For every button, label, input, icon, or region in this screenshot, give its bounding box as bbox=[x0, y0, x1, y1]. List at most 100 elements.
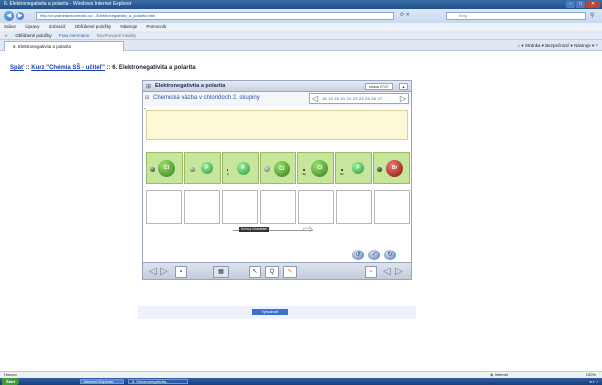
taskbar-item-active[interactable]: 6. Elektronegativita... bbox=[128, 379, 188, 384]
highlighter-tool-button[interactable]: ✎ bbox=[283, 266, 297, 278]
close-button[interactable]: ✕ bbox=[586, 1, 600, 8]
molecule-card[interactable]: Cl bbox=[259, 152, 297, 184]
forward-arrow-icon[interactable]: ▷ bbox=[395, 266, 403, 278]
axis-arrow-icon: ⇨ bbox=[303, 222, 314, 236]
reset-button[interactable]: ↺ bbox=[352, 250, 364, 260]
window-title-bar: 6. Elektronegativita a polarita - Window… bbox=[0, 0, 602, 9]
slide-subtitle: Chemická väzba v chloridoch 2. skupiny bbox=[153, 95, 260, 101]
lithium-label: Li bbox=[226, 172, 230, 176]
search-input[interactable]: Bing bbox=[446, 12, 586, 20]
drop-zone[interactable] bbox=[146, 190, 182, 224]
zoom-tool-button[interactable]: Q bbox=[265, 266, 279, 278]
slides-menu-button[interactable]: ▪ bbox=[175, 266, 187, 278]
molecule-card[interactable]: F bbox=[183, 152, 221, 184]
menu-help[interactable]: Pomocník bbox=[146, 24, 166, 29]
drop-zone[interactable] bbox=[184, 190, 220, 224]
drop-zone[interactable] bbox=[336, 190, 372, 224]
favorites-label[interactable]: Obľúbené položky bbox=[15, 33, 51, 38]
taskbar-item[interactable]: Internet Explorer bbox=[80, 379, 124, 384]
check-button[interactable]: ✓ bbox=[368, 250, 380, 260]
back-button[interactable]: ◀ bbox=[4, 11, 14, 21]
molecule-card[interactable]: Cl bbox=[146, 152, 183, 184]
star-icon: ★ bbox=[4, 33, 9, 38]
axis-label: iónový charakter bbox=[239, 227, 270, 232]
drop-zone-row bbox=[146, 190, 410, 224]
next-slide-icon[interactable]: ▷ bbox=[160, 266, 168, 278]
grid-icon: ⊞ bbox=[146, 84, 152, 90]
solution-button[interactable]: ↻ bbox=[384, 250, 396, 260]
home-icon[interactable]: ⌂ ▾ bbox=[517, 43, 524, 48]
collapse-button[interactable]: ▴ bbox=[399, 83, 408, 90]
molecule-card[interactable]: Br bbox=[373, 152, 411, 184]
bromine-atom: Br bbox=[386, 160, 404, 177]
panel-header: ⊞ Elektronegativita a polarita strana 27… bbox=[142, 80, 412, 92]
forward-button[interactable]: ▶ bbox=[16, 12, 24, 20]
command-bar: ⌂ ▾ Stránka ▾ Bezpečnosť ▾ Nástroje ▾ ? bbox=[517, 43, 598, 48]
tab-label: 6. Elektronegativita a polarita bbox=[13, 44, 72, 49]
molecule-row: Cl F Li F Cl Be Cl Be F Br bbox=[146, 152, 411, 184]
cmd-tools[interactable]: Nástroje bbox=[574, 43, 591, 48]
favorite-link-1[interactable]: Frau Herrmann bbox=[59, 33, 90, 38]
calculator-button[interactable]: ▦ bbox=[213, 266, 229, 278]
beryllium-atom bbox=[341, 169, 343, 171]
fluorine-atom: F bbox=[200, 162, 213, 174]
menu-tools[interactable]: Nástroje bbox=[120, 24, 137, 29]
lithium-atom bbox=[226, 169, 229, 171]
menu-edit[interactable]: Úpravy bbox=[25, 24, 39, 29]
start-button[interactable]: Štart bbox=[2, 378, 20, 385]
tray-icons: ◂ ◐ ♪ bbox=[589, 379, 598, 384]
browser-tab[interactable]: 6. Elektronegativita a polarita bbox=[4, 41, 124, 51]
menu-favorites[interactable]: Obľúbené položky bbox=[75, 24, 111, 29]
back-link[interactable]: Späť bbox=[10, 65, 24, 71]
metal-atom bbox=[263, 166, 270, 172]
refresh-icon[interactable]: ⟳ ✕ bbox=[400, 12, 410, 18]
maximize-button[interactable]: □ bbox=[576, 1, 585, 8]
taskbar: Štart Internet Explorer 6. Elektronegati… bbox=[0, 378, 602, 385]
pager-next-icon[interactable]: ▷ bbox=[400, 94, 406, 103]
action-strip: Vyhodnotiť bbox=[138, 306, 416, 319]
molecule-card[interactable]: Be F bbox=[335, 152, 373, 184]
minimize-button[interactable]: – bbox=[566, 1, 575, 8]
back-arrow-icon[interactable]: ◁ bbox=[383, 266, 391, 278]
tab-row: 6. Elektronegativita a polarita ⌂ ▾ Strá… bbox=[0, 40, 602, 51]
cmd-page[interactable]: Stránka bbox=[525, 43, 541, 48]
panel-subheader: ⊟ Chemická väzba v chloridoch 2. skupiny… bbox=[142, 92, 412, 106]
current-page-title: 6. Elektronegativita a polarita bbox=[112, 65, 196, 71]
address-bar: ◀ ▶ http://ov.planetavedomosti.cz/.../El… bbox=[0, 9, 602, 23]
evaluate-button[interactable]: Vyhodnotiť bbox=[252, 309, 288, 315]
favorite-link-2[interactable]: Navrhované lokality bbox=[97, 33, 136, 38]
favorites-bar: ★ Obľúbené položky Frau Herrmann Navrhov… bbox=[0, 31, 602, 40]
metal-atom bbox=[189, 167, 195, 172]
drop-zone[interactable] bbox=[222, 190, 258, 224]
panel-title: Elektronegativita a polarita bbox=[155, 83, 226, 89]
beryllium-label: Be bbox=[340, 172, 344, 176]
chlorine-atom: Cl bbox=[273, 161, 290, 177]
cmd-security[interactable]: Bezpečnosť bbox=[545, 43, 569, 48]
url-input[interactable]: http://ov.planetavedomosti.cz/.../Elektr… bbox=[36, 12, 394, 20]
fluorine-atom: F bbox=[352, 162, 365, 174]
window-title: 6. Elektronegativita a polarita - Window… bbox=[4, 1, 132, 7]
menu-file[interactable]: Súbor bbox=[4, 24, 16, 29]
molecule-card[interactable]: Li F bbox=[221, 152, 259, 184]
page-indicator: strana 27/27 bbox=[365, 83, 393, 90]
menu-bar: Súbor Úpravy Zobraziť Obľúbené položky N… bbox=[0, 23, 602, 31]
lesson-panel: ⊞ Elektronegativita a polarita strana 27… bbox=[142, 80, 412, 300]
menu-view[interactable]: Zobraziť bbox=[49, 24, 66, 29]
breadcrumb: Späť :: Kurz "Chémia SŠ - učiteľ" :: 6. … bbox=[10, 65, 196, 71]
globe-icon: ◉ bbox=[490, 372, 494, 377]
prev-slide-icon[interactable]: ◁ bbox=[149, 266, 157, 278]
window-menu-button[interactable]: ▫ bbox=[365, 266, 377, 278]
drop-zone[interactable] bbox=[298, 190, 334, 224]
molecule-card[interactable]: Be Cl bbox=[297, 152, 335, 184]
pager-prev-icon[interactable]: ◁ bbox=[312, 94, 318, 103]
beryllium-atom bbox=[303, 169, 305, 171]
help-icon[interactable]: ? bbox=[595, 43, 598, 48]
status-text: Hotovo bbox=[4, 372, 17, 377]
drop-zone[interactable] bbox=[374, 190, 410, 224]
course-link[interactable]: Kurz "Chémia SŠ - učiteľ" bbox=[31, 65, 105, 71]
drop-zone[interactable] bbox=[260, 190, 296, 224]
pointer-tool-button[interactable]: ↖ bbox=[249, 266, 261, 278]
search-icon[interactable]: ⚲ bbox=[590, 12, 594, 19]
pager-numbers[interactable]: 18 19 20 21 22 23 24 25 26 27 bbox=[322, 94, 382, 103]
slide-stage: ⌐ Cl F Li F Cl Be Cl Be F Br iónový char… bbox=[142, 106, 412, 262]
